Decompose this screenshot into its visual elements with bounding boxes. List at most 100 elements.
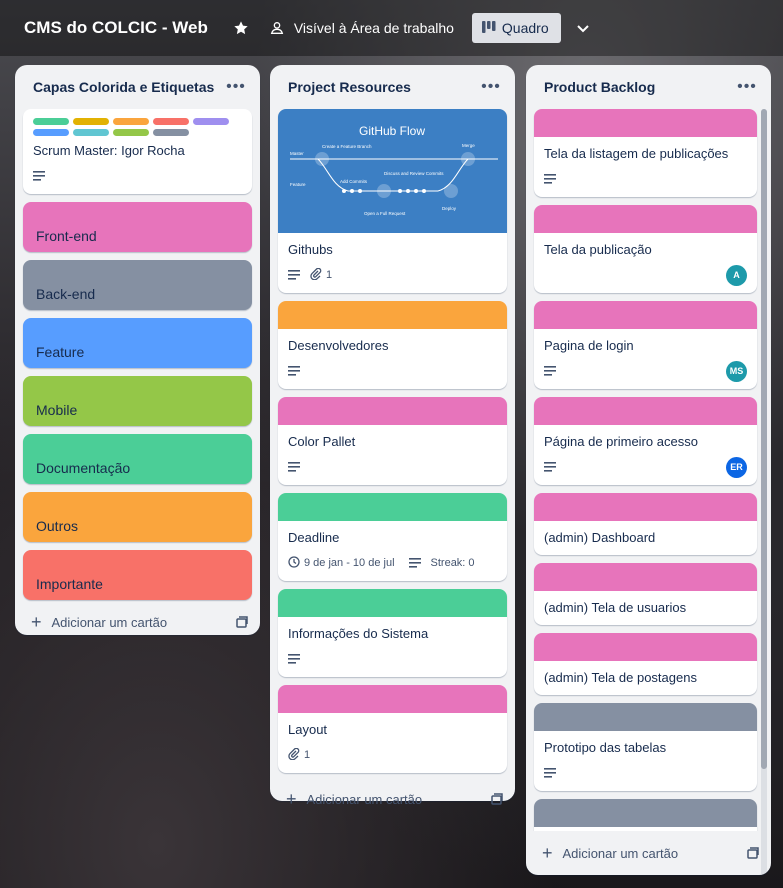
- card-title: Importante: [36, 576, 103, 592]
- more-icon[interactable]: •••: [477, 73, 505, 101]
- paperclip-icon: [310, 267, 322, 283]
- card-badges: [288, 457, 497, 477]
- card-title: (admin) Tela de usuarios: [544, 600, 687, 615]
- card-label[interactable]: [73, 118, 109, 125]
- card-title: Feature: [36, 344, 85, 360]
- card-informacoes[interactable]: Informações do Sistema: [278, 589, 507, 677]
- card-label[interactable]: [33, 129, 69, 136]
- due-date-text: 9 de jan - 10 de jul: [304, 557, 395, 569]
- card-title: Front-end: [36, 228, 97, 244]
- color-cover-card[interactable]: Front-end: [23, 202, 252, 252]
- color-cover-card[interactable]: Mobile: [23, 376, 252, 426]
- card-scrum-master[interactable]: Scrum Master: Igor Rocha: [23, 109, 252, 194]
- add-card-button[interactable]: + Adicionar um cartão: [270, 781, 515, 817]
- backlog-card[interactable]: Pagina de login MS: [534, 301, 757, 389]
- add-card-label: Adicionar um cartão: [51, 614, 168, 630]
- chevron-down-icon[interactable]: [571, 16, 595, 40]
- card-badges: 1: [288, 745, 497, 765]
- board-title[interactable]: CMS do COLCIC - Web: [24, 18, 208, 38]
- add-card-label: Adicionar um cartão: [306, 791, 423, 807]
- scrollbar-thumb[interactable]: [761, 109, 767, 769]
- card-label[interactable]: [153, 129, 189, 136]
- backlog-card[interactable]: Autenticação: [534, 799, 757, 831]
- backlog-card[interactable]: Prototipo das tabelas: [534, 703, 757, 791]
- card-badges: 9 de jan - 10 de jul Streak: 0: [288, 553, 497, 573]
- description-icon: [288, 366, 300, 376]
- list-scrollbar[interactable]: [761, 109, 767, 875]
- attachment-count: 1: [304, 749, 311, 761]
- card-githubs[interactable]: GitHub Flow Master Feature Create a Feat…: [278, 109, 507, 293]
- card-label[interactable]: [113, 129, 149, 136]
- card-title: Layout: [288, 722, 328, 737]
- card-badges: [33, 166, 242, 186]
- backlog-card[interactable]: Tela da listagem de publicações: [534, 109, 757, 197]
- more-icon[interactable]: •••: [222, 73, 250, 101]
- svg-text:Discuss and Review Commits: Discuss and Review Commits: [384, 171, 444, 176]
- list-product-backlog: Product Backlog ••• Tela da listagem de …: [526, 65, 771, 875]
- due-date-badge[interactable]: 9 de jan - 10 de jul: [288, 555, 395, 571]
- backlog-card[interactable]: Tela da publicação A: [534, 205, 757, 293]
- template-icon[interactable]: [234, 614, 250, 630]
- backlog-card[interactable]: (admin) Tela de postagens: [534, 633, 757, 695]
- description-icon: [288, 654, 300, 664]
- star-icon[interactable]: [228, 15, 254, 41]
- card-label[interactable]: [73, 129, 109, 136]
- add-card-label: Adicionar um cartão: [562, 845, 679, 861]
- card-label[interactable]: [193, 118, 229, 125]
- backlog-card[interactable]: (admin) Tela de usuarios: [534, 563, 757, 625]
- card-label[interactable]: [153, 118, 189, 125]
- card-cover: [278, 301, 507, 329]
- member-avatar[interactable]: ER: [726, 456, 747, 478]
- clock-icon: [288, 555, 300, 571]
- member-avatar[interactable]: A: [726, 264, 747, 286]
- streak-badge: Streak: 0: [430, 557, 475, 569]
- member-avatar[interactable]: MS: [726, 360, 747, 382]
- card-desenvolvedores[interactable]: Desenvolvedores: [278, 301, 507, 389]
- add-card-button[interactable]: + Adicionar um cartão: [526, 835, 771, 871]
- svg-text:Create a Feature Branch: Create a Feature Branch: [322, 144, 372, 149]
- card-title: Prototipo das tabelas: [544, 740, 667, 755]
- list-project-resources: Project Resources ••• GitHub Flow Master: [270, 65, 515, 808]
- card-title: Back-end: [36, 286, 96, 302]
- description-icon: [408, 558, 421, 568]
- list-title[interactable]: Capas Colorida e Etiquetas: [33, 79, 222, 95]
- add-card-button[interactable]: + Adicionar um cartão: [15, 604, 260, 640]
- card-labels[interactable]: [33, 118, 243, 136]
- card-badges: 1: [288, 265, 497, 285]
- card-badges: MS: [544, 360, 747, 382]
- board-view-button[interactable]: Quadro: [471, 13, 561, 43]
- color-cover-card[interactable]: Feature: [23, 318, 252, 368]
- attachment-badge: 1: [310, 267, 332, 283]
- card-title: Desenvolvedores: [288, 338, 389, 353]
- card-label[interactable]: [33, 118, 69, 125]
- card-color-pallet[interactable]: Color Pallet: [278, 397, 507, 485]
- color-cover-card[interactable]: Documentação: [23, 434, 252, 484]
- card-title: Tela da publicação: [544, 242, 652, 257]
- card-layout[interactable]: Layout 1: [278, 685, 507, 773]
- card-title: (admin) Dashboard: [544, 530, 656, 545]
- description-icon: [544, 462, 556, 472]
- card-badges: [544, 169, 747, 189]
- card-cover: [278, 493, 507, 521]
- list-title[interactable]: Project Resources: [288, 79, 477, 95]
- template-icon[interactable]: [489, 791, 505, 807]
- list-header: Product Backlog •••: [526, 65, 771, 109]
- card-cover: [534, 493, 757, 521]
- list-title[interactable]: Product Backlog: [544, 79, 733, 95]
- plus-icon: +: [286, 789, 297, 809]
- color-cover-card[interactable]: Outros: [23, 492, 252, 542]
- card-title: Scrum Master: Igor Rocha: [33, 143, 185, 158]
- board-view-icon: [481, 20, 496, 36]
- color-cover-card[interactable]: Importante: [23, 550, 252, 600]
- template-icon[interactable]: [745, 845, 761, 861]
- backlog-card[interactable]: Página de primeiro acesso ER: [534, 397, 757, 485]
- color-cover-card[interactable]: Back-end: [23, 260, 252, 310]
- card-cover: [534, 799, 757, 827]
- card-cover: [278, 589, 507, 617]
- card-label[interactable]: [113, 118, 149, 125]
- more-icon[interactable]: •••: [733, 73, 761, 101]
- card-deadline[interactable]: Deadline 9 de jan - 10 de jul Streak: 0: [278, 493, 507, 581]
- visibility-button[interactable]: Visível à Área de trabalho: [264, 15, 454, 41]
- github-flow-image: GitHub Flow Master Feature Create a Feat…: [278, 109, 507, 233]
- backlog-card[interactable]: (admin) Dashboard: [534, 493, 757, 555]
